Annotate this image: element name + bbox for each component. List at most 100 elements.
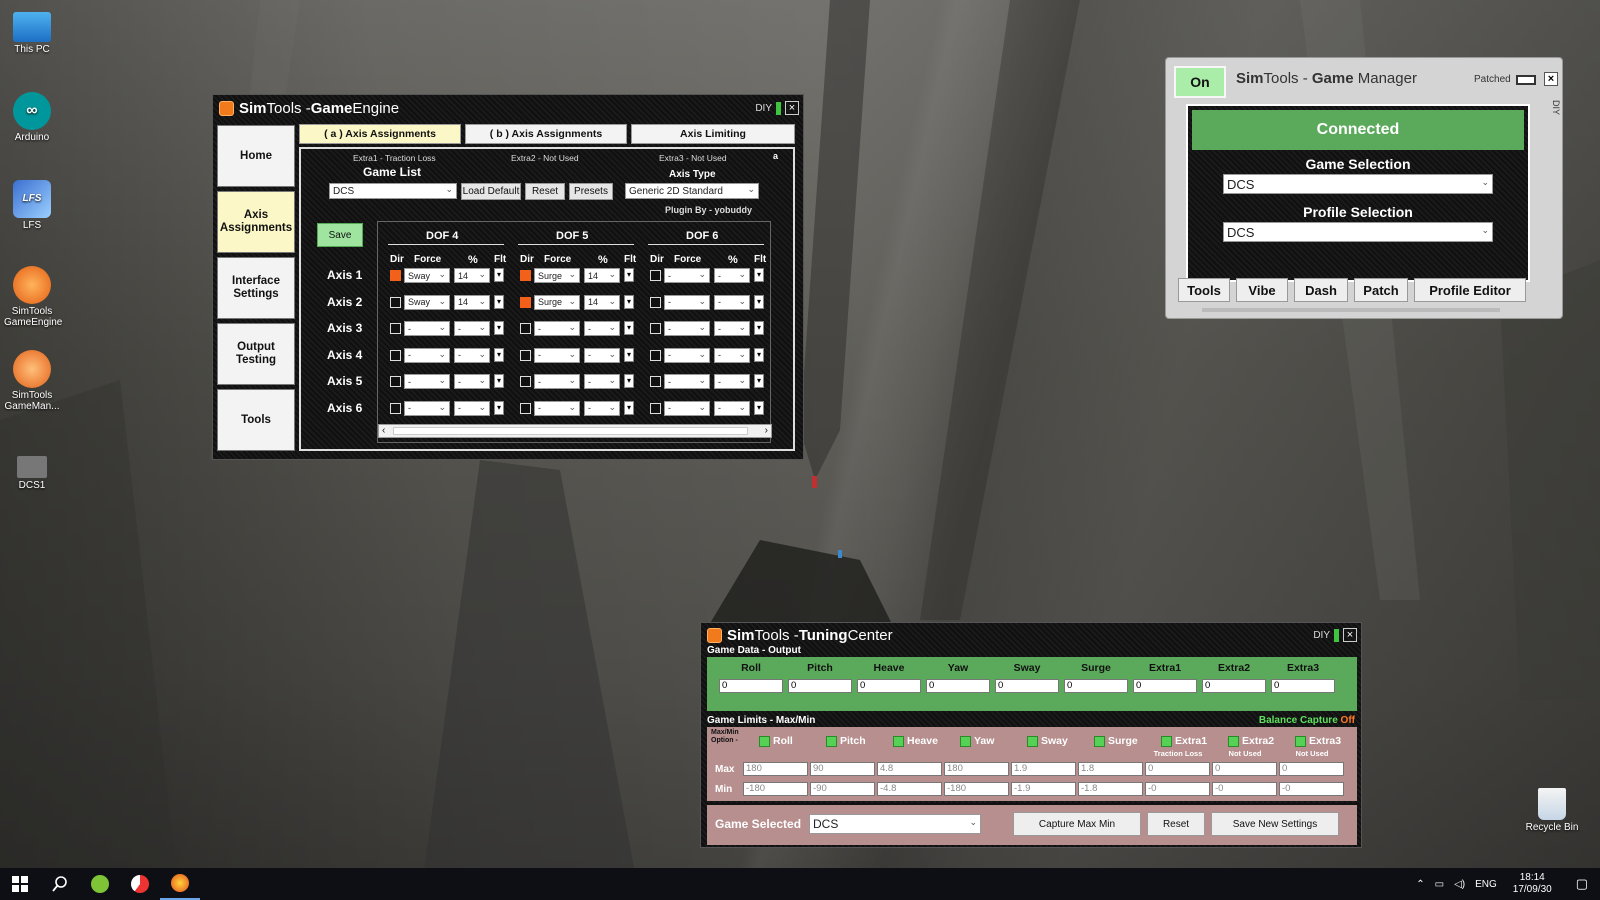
percent-select[interactable]: - ⌄ [714,374,750,389]
direction-checkbox[interactable] [650,270,661,281]
percent-select[interactable]: - ⌄ [714,321,750,336]
min-value-field[interactable]: -1.8 [1078,782,1143,796]
limit-checkbox[interactable]: Extra1 [1161,735,1207,747]
min-value-field[interactable]: -0 [1212,782,1277,796]
scroll-left-icon[interactable]: ‹ [382,425,385,436]
balance-capture-state[interactable]: Off [1341,715,1355,726]
close-button[interactable]: × [1544,72,1558,86]
direction-checkbox[interactable] [390,323,401,334]
tray-chevron-up-icon[interactable]: ⌃ [1416,879,1424,890]
volume-icon[interactable]: ◁) [1454,879,1465,890]
percent-select[interactable]: - ⌄ [454,374,490,389]
game-selected-select[interactable]: DCS ⌄ [809,814,981,834]
force-select[interactable]: - ⌄ [404,374,450,389]
filter-button[interactable]: ▾ [494,268,504,282]
direction-checkbox[interactable] [390,376,401,387]
axis-type-select[interactable]: Generic 2D Standard ⌄ [625,183,759,199]
desktop-icon-simtools-gamemanager[interactable]: SimTools GameMan... [4,350,60,412]
filter-button[interactable]: ▾ [624,321,634,335]
reset-button[interactable]: Reset [525,183,565,200]
game-engine-titlebar[interactable]: Sim Tools - Game Engine DIY × [213,95,803,121]
force-select[interactable]: - ⌄ [664,268,710,283]
force-select[interactable]: Sway ⌄ [404,268,450,283]
filter-button[interactable]: ▾ [624,268,634,282]
desktop-icon-recycle-bin[interactable]: Recycle Bin [1522,788,1582,833]
filter-button[interactable]: ▾ [494,294,504,309]
desktop-icon-this-pc[interactable]: This PC [4,8,60,55]
min-value-field[interactable]: -90 [810,782,875,796]
filter-button[interactable]: ▾ [494,400,504,415]
filter-button[interactable]: ▾ [754,347,764,362]
tab-axis-assignments-b[interactable]: ( b ) Axis Assignments [465,124,627,144]
percent-select[interactable]: - ⌄ [454,321,490,336]
limit-checkbox[interactable]: Roll [759,735,793,747]
max-value-field[interactable]: 0 [1279,762,1344,776]
profile-editor-button[interactable]: Profile Editor [1414,278,1526,302]
max-value-field[interactable]: 1.8 [1078,762,1143,776]
tab-axis-limiting[interactable]: Axis Limiting [631,124,795,144]
desktop-icon-lfs[interactable]: LFS LFS [4,180,60,231]
patch-button[interactable]: Patch [1354,278,1408,302]
force-select[interactable]: - ⌄ [404,400,450,416]
filter-button[interactable]: ▾ [494,321,504,335]
min-value-field[interactable]: -1.9 [1011,782,1076,796]
min-value-field[interactable]: -180 [944,782,1009,796]
percent-select[interactable]: 14 ⌄ [454,294,490,310]
tab-axis-assignments-a[interactable]: ( a ) Axis Assignments [299,124,461,144]
direction-checkbox[interactable] [650,296,661,308]
limit-checkbox[interactable]: Surge [1094,735,1138,747]
force-select[interactable]: - ⌄ [534,374,580,389]
filter-button[interactable]: ▾ [624,400,634,415]
max-value-field[interactable]: 1.9 [1011,762,1076,776]
direction-checkbox[interactable] [390,402,401,414]
nav-interface-settings[interactable]: Interface Settings [217,257,295,319]
profile-selection-select[interactable]: DCS ⌄ [1223,222,1493,242]
nav-home[interactable]: Home [217,125,295,187]
save-button[interactable]: Save [317,223,363,247]
direction-checkbox[interactable] [520,270,531,281]
force-select[interactable]: - ⌄ [534,400,580,416]
direction-checkbox[interactable] [520,376,531,387]
limit-checkbox[interactable]: Extra3 [1295,735,1341,747]
nav-tools[interactable]: Tools [217,389,295,451]
limit-checkbox[interactable]: Extra2 [1228,735,1274,747]
percent-select[interactable]: 14 ⌄ [454,268,490,283]
max-value-field[interactable]: 0 [1145,762,1210,776]
filter-button[interactable]: ▾ [754,374,764,388]
limit-checkbox[interactable]: Yaw [960,735,994,747]
load-default-button[interactable]: Load Default [461,183,521,200]
direction-checkbox[interactable] [390,349,401,361]
save-new-settings-button[interactable]: Save New Settings [1211,812,1339,836]
percent-select[interactable]: - ⌄ [714,294,750,310]
filter-button[interactable]: ▾ [624,374,634,388]
filter-button[interactable]: ▾ [754,321,764,335]
percent-select[interactable]: - ⌄ [584,347,620,363]
nav-axis-assignments[interactable]: Axis Assignments [217,191,295,253]
force-select[interactable]: - ⌄ [664,347,710,363]
percent-select[interactable]: - ⌄ [714,347,750,363]
tools-button[interactable]: Tools [1178,278,1230,302]
network-icon[interactable]: ▭ [1435,879,1444,890]
game-manager-titlebar[interactable]: SimTools - Game Manager [1236,70,1417,87]
start-button[interactable] [0,868,40,900]
game-selection-select[interactable]: DCS ⌄ [1223,174,1493,194]
language-indicator[interactable]: ENG [1475,879,1497,890]
percent-select[interactable]: - ⌄ [584,400,620,416]
direction-checkbox[interactable] [650,323,661,334]
tuning-center-titlebar[interactable]: Sim Tools - Tuning Center DIY × [701,623,1361,647]
direction-checkbox[interactable] [520,349,531,361]
direction-checkbox[interactable] [650,402,661,414]
direction-checkbox[interactable] [520,323,531,334]
direction-checkbox[interactable] [520,296,531,308]
vibe-button[interactable]: Vibe [1236,278,1288,302]
force-select[interactable]: - ⌄ [664,294,710,310]
taskbar-app-ccleaner[interactable] [120,868,160,900]
filter-button[interactable]: ▾ [624,294,634,309]
close-button[interactable]: × [1343,628,1357,642]
max-value-field[interactable]: 0 [1212,762,1277,776]
presets-button[interactable]: Presets [569,183,613,200]
force-select[interactable]: Sway ⌄ [404,294,450,310]
taskbar-app-utorrent[interactable] [80,868,120,900]
percent-select[interactable]: - ⌄ [714,268,750,283]
percent-select[interactable]: - ⌄ [454,400,490,416]
